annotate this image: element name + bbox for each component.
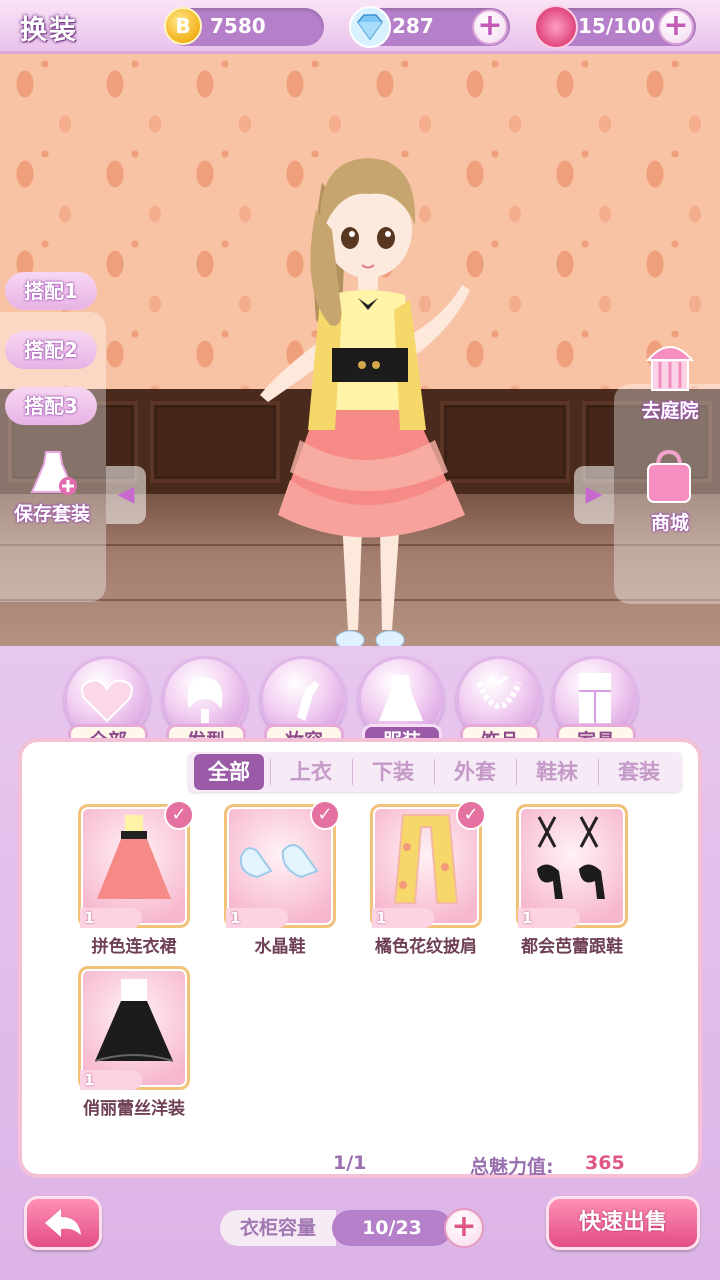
item-name: 都会芭蕾跟鞋	[521, 937, 623, 957]
add-diamonds-button[interactable]: +	[472, 9, 508, 45]
charm-value: 365	[585, 1152, 625, 1174]
item-count: 1	[80, 908, 142, 928]
item-card[interactable]: ✓ 1 拼色连衣裙	[78, 800, 194, 957]
item-name: 橘色花纹披肩	[375, 937, 477, 957]
collapse-left-arrow[interactable]: ◀	[106, 466, 146, 524]
subtab-all[interactable]: 全部	[194, 754, 264, 790]
equipped-check-icon: ✓	[164, 800, 194, 830]
item-card[interactable]: ✓ 1 橘色花纹披肩	[370, 800, 486, 957]
equipped-check-icon: ✓	[456, 800, 486, 830]
garden-button[interactable]: 去庭院	[620, 396, 720, 423]
item-count: 1	[518, 908, 580, 928]
quick-sell-button[interactable]: 快速出售	[546, 1196, 700, 1250]
page-title: 换装	[20, 15, 78, 46]
outfit-slot-1[interactable]: 搭配1	[5, 272, 97, 310]
subtab-sets[interactable]: 套装	[598, 752, 680, 792]
expand-capacity-button[interactable]: +	[444, 1208, 484, 1248]
item-card[interactable]: ✓ 1 水晶鞋	[224, 800, 340, 957]
outfit-slot-2[interactable]: 搭配2	[5, 331, 97, 369]
save-outfit-button[interactable]: 保存套装	[0, 446, 104, 540]
save-outfit-label: 保存套装	[13, 503, 90, 525]
back-arrow-icon	[45, 1209, 81, 1237]
item-count: 1	[80, 1070, 142, 1090]
page-indicator: 1/1	[333, 1152, 367, 1174]
character-avatar[interactable]	[250, 110, 480, 646]
item-name: 水晶鞋	[254, 937, 306, 957]
shopping-bag-icon[interactable]	[640, 448, 698, 506]
add-roses-button[interactable]: +	[658, 9, 694, 45]
gazebo-icon[interactable]	[642, 338, 698, 394]
item-count: 1	[372, 908, 434, 928]
item-count: 1	[226, 908, 288, 928]
item-name: 拼色连衣裙	[91, 937, 177, 957]
dress-plus-icon	[30, 451, 77, 495]
black-lace-dress-icon	[94, 979, 174, 1062]
outfit-slot-3[interactable]: 搭配3	[5, 387, 97, 425]
shop-button[interactable]: 商城	[620, 508, 720, 535]
coin-value: 7580	[210, 14, 266, 38]
diamond-icon	[349, 6, 391, 48]
subtab-bottoms[interactable]: 下装	[352, 752, 434, 792]
subtab-tops[interactable]: 上衣	[270, 752, 352, 792]
dressing-room: 搭配1 搭配2 搭配3 保存套装 ◀ 去庭院 商城 ▶	[0, 54, 720, 646]
subtab-shoes[interactable]: 鞋袜	[516, 752, 598, 792]
item-name: 俏丽蕾丝洋装	[83, 1099, 185, 1119]
diamond-value: 287	[392, 14, 434, 38]
capacity-label: 衣柜容量	[220, 1210, 336, 1246]
subtab-bar: 全部 上衣 下装 外套 鞋袜 套装	[188, 752, 682, 792]
back-button[interactable]	[24, 1196, 102, 1250]
equipped-check-icon: ✓	[310, 800, 340, 830]
rose-counter: 15/100 +	[534, 5, 696, 49]
wardrobe-capacity: 衣柜容量 10/23 +	[220, 1208, 484, 1248]
rose-value: 15/100	[578, 14, 655, 38]
subtab-outerwear[interactable]: 外套	[434, 752, 516, 792]
collapse-right-arrow[interactable]: ▶	[574, 466, 614, 524]
charm-label: 总魅力值:	[470, 1156, 554, 1178]
capacity-value: 10/23	[332, 1210, 452, 1246]
item-card[interactable]: 1 都会芭蕾跟鞋	[516, 804, 628, 957]
item-grid-panel: 全部 上衣 下装 外套 鞋袜 套装 ✓ 1 拼色连衣裙 ✓ 1 水晶鞋 ✓ 1 …	[18, 738, 702, 1178]
top-bar: 换装 B 7580 287 + 15/100 +	[0, 0, 720, 54]
item-card[interactable]: 1 俏丽蕾丝洋装	[78, 966, 190, 1119]
coin-icon: B	[164, 7, 202, 45]
wardrobe-panel: 全部 发型 妆容 服装 饰品 家具 全部 上衣 下装 外套 鞋袜 套装	[0, 646, 720, 1280]
diamond-counter: 287 +	[349, 6, 510, 48]
ballet-heels-icon	[537, 816, 605, 899]
coin-counter: B 7580	[164, 7, 324, 46]
rose-icon	[534, 5, 578, 49]
